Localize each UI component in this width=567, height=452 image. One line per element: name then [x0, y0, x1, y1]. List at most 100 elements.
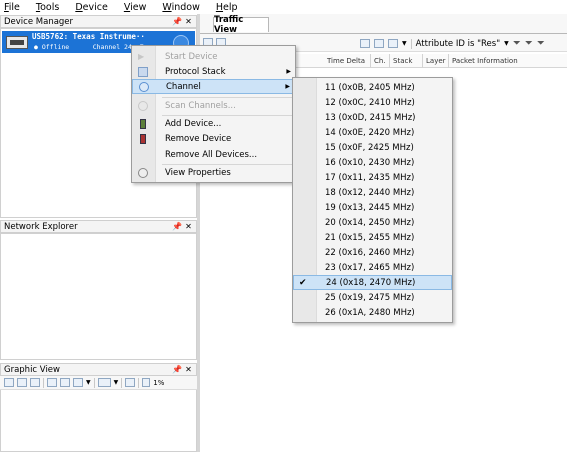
menu-tools-rest: ools	[40, 1, 60, 13]
attribute-filter-field[interactable]: Attribute ID is "Res"	[416, 39, 500, 49]
menu-bar: File Tools Device View Window Help	[0, 0, 567, 14]
channel-menu-item-label: 21 (0x15, 2455 MHz)	[325, 232, 415, 243]
channel-menu-item-label: 25 (0x19, 2475 MHz)	[325, 292, 415, 303]
filter-icon[interactable]: ⏷	[513, 38, 521, 49]
add-device-icon	[140, 118, 146, 129]
channel-menu-item[interactable]: 17 (0x11, 2435 MHz)	[293, 170, 452, 185]
menu-item-remove-all-devices[interactable]: Remove All Devices...	[132, 147, 295, 162]
nav-back-icon[interactable]	[360, 39, 370, 48]
channel-menu-item-label: 11 (0x0B, 2405 MHz)	[325, 82, 415, 93]
select-icon[interactable]	[47, 378, 57, 387]
save-icon[interactable]	[30, 378, 40, 387]
scan-icon	[138, 100, 148, 111]
menu-item-scan-channels[interactable]: Scan Channels...	[132, 98, 295, 113]
zoom-icon[interactable]	[125, 378, 136, 387]
nav-end-icon[interactable]	[388, 39, 398, 48]
dropdown-arrow-icon[interactable]: ▼	[504, 40, 509, 47]
menu-item-start-device[interactable]: ▶ Start Device	[132, 49, 295, 64]
menu-item-label: Protocol Stack	[165, 66, 226, 77]
properties-icon	[138, 167, 148, 178]
stack-icon	[138, 66, 148, 77]
dropdown-arrow-icon[interactable]: ▼	[402, 40, 407, 47]
layout-icon[interactable]	[60, 378, 70, 387]
menu-file-rest: ile	[8, 1, 20, 13]
menu-item-remove-device[interactable]: Remove Device	[132, 131, 295, 146]
menu-window[interactable]: Window	[162, 2, 199, 13]
zoom-level[interactable]: 1%	[153, 379, 164, 387]
view-mode-icon[interactable]	[97, 378, 111, 387]
channel-menu-item[interactable]: 18 (0x12, 2440 MHz)	[293, 185, 452, 200]
submenu-arrow-icon: ▶	[286, 68, 291, 75]
close-icon[interactable]: ✕	[184, 17, 193, 26]
filter-clear-icon[interactable]: ⏷	[537, 38, 545, 49]
remove-device-icon	[140, 133, 146, 144]
open-icon[interactable]	[17, 378, 27, 387]
channel-menu-item[interactable]: 20 (0x14, 2450 MHz)	[293, 215, 452, 230]
menu-item-protocol-stack[interactable]: Protocol Stack ▶	[132, 64, 295, 79]
channel-menu-item[interactable]: 19 (0x13, 2445 MHz)	[293, 200, 452, 215]
channel-menu-item-label: 16 (0x10, 2430 MHz)	[325, 157, 415, 168]
nav-forward-icon[interactable]	[374, 39, 384, 48]
channel-menu-item-label: 20 (0x14, 2450 MHz)	[325, 217, 415, 228]
usb-device-icon	[6, 36, 28, 49]
graphic-view-titlebar: Graphic View 📌 ✕	[0, 363, 197, 376]
zoom-out-icon[interactable]	[142, 378, 151, 387]
menu-view[interactable]: View	[124, 2, 147, 13]
filter-add-icon[interactable]: ⏷	[525, 38, 533, 49]
col-packet-information[interactable]: Packet Information	[452, 54, 518, 68]
channel-menu-item[interactable]: 12 (0x0C, 2410 MHz)	[293, 95, 452, 110]
menu-item-channel[interactable]: Channel ▶	[132, 79, 295, 94]
channel-menu-item[interactable]: 22 (0x16, 2460 MHz)	[293, 245, 452, 260]
channel-menu-item[interactable]: ✔ 24 (0x18, 2470 MHz)	[293, 275, 452, 290]
channel-menu-item[interactable]: 14 (0x0E, 2420 MHz)	[293, 125, 452, 140]
menu-device[interactable]: Device	[75, 2, 108, 13]
menu-item-label: View Properties	[165, 167, 231, 178]
close-icon[interactable]: ✕	[184, 222, 193, 231]
menu-window-rest: indow	[171, 1, 200, 13]
network-explorer-body	[0, 233, 197, 360]
pin-icon[interactable]: 📌	[172, 365, 182, 374]
tab-traffic-view-label: Traffic View	[214, 15, 244, 35]
dropdown-arrow-icon[interactable]: ▼	[86, 379, 91, 386]
channel-menu-item[interactable]: 15 (0x0F, 2425 MHz)	[293, 140, 452, 155]
tab-traffic-view[interactable]: Traffic View	[213, 15, 269, 35]
col-layer[interactable]: Layer	[426, 54, 446, 68]
pin-icon[interactable]: 📌	[172, 17, 182, 26]
device-manager-title: Device Manager	[4, 16, 74, 27]
device-name: USB5762: Texas Instrume··	[32, 32, 145, 41]
channel-menu-item-label: 26 (0x1A, 2480 MHz)	[325, 307, 415, 318]
channel-menu-item[interactable]: 13 (0x0D, 2415 MHz)	[293, 110, 452, 125]
pin-icon[interactable]: 📌	[172, 222, 182, 231]
channel-menu-item-label: 17 (0x11, 2435 MHz)	[325, 172, 415, 183]
menu-item-label: Start Device	[165, 51, 218, 62]
menu-help-rest: elp	[223, 1, 238, 13]
menu-item-add-device[interactable]: Add Device...	[132, 116, 295, 131]
submenu-arrow-icon: ▶	[285, 83, 290, 90]
menu-item-label: Remove All Devices...	[165, 149, 258, 160]
channel-menu-item-label: 15 (0x0F, 2425 MHz)	[325, 142, 414, 153]
tree-icon[interactable]	[73, 378, 83, 387]
traffic-toolbar-right: ▼ Attribute ID is "Res" ▼ ⏷ ⏷ ⏷	[360, 38, 545, 49]
col-time-delta[interactable]: Time Delta	[327, 54, 365, 68]
col-channel[interactable]: Ch.	[374, 54, 386, 68]
col-stack[interactable]: Stack	[393, 54, 412, 68]
channel-menu-item[interactable]: 23 (0x17, 2465 MHz)	[293, 260, 452, 275]
channel-menu-item[interactable]: 26 (0x1A, 2480 MHz)	[293, 305, 452, 320]
close-icon[interactable]: ✕	[184, 365, 193, 374]
menu-item-label: Remove Device	[165, 133, 232, 144]
dropdown-arrow-icon[interactable]: ▼	[114, 379, 119, 386]
channel-menu-item-label: 24 (0x18, 2470 MHz)	[326, 277, 416, 288]
channel-menu-item-label: 22 (0x16, 2460 MHz)	[325, 247, 415, 258]
menu-help[interactable]: Help	[216, 2, 238, 13]
new-icon[interactable]	[4, 378, 14, 387]
menu-tools[interactable]: Tools	[36, 2, 59, 13]
channel-menu-item[interactable]: 11 (0x0B, 2405 MHz)	[293, 80, 452, 95]
menu-item-view-properties[interactable]: View Properties	[132, 165, 295, 180]
channel-menu-item[interactable]: 21 (0x15, 2455 MHz)	[293, 230, 452, 245]
menu-file[interactable]: File	[4, 2, 20, 13]
menu-view-rest: iew	[130, 1, 147, 13]
menu-device-rest: evice	[82, 1, 108, 13]
graphic-view-title: Graphic View	[4, 364, 60, 375]
channel-menu-item[interactable]: 16 (0x10, 2430 MHz)	[293, 155, 452, 170]
channel-menu-item[interactable]: 25 (0x19, 2475 MHz)	[293, 290, 452, 305]
